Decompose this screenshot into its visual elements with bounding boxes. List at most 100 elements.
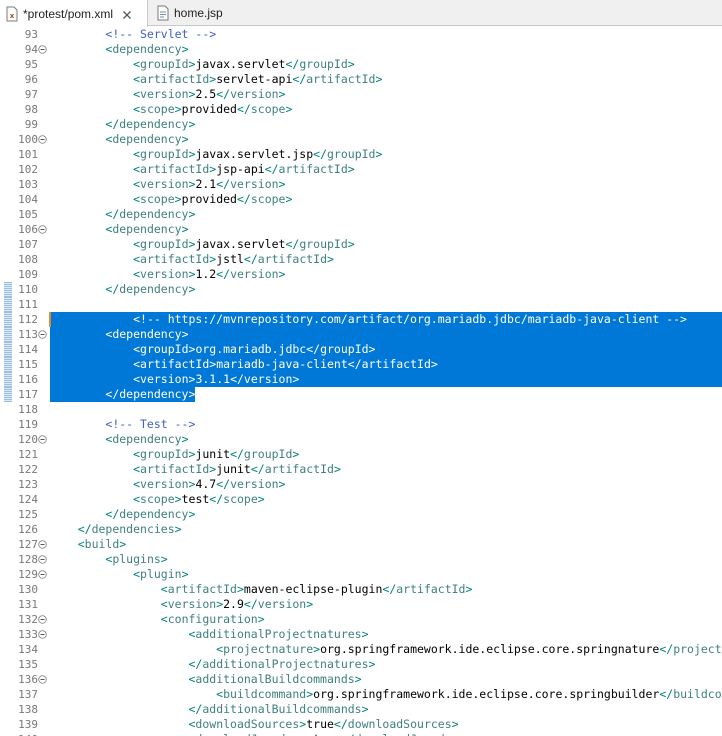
jsp-file-icon	[156, 5, 170, 21]
xml-tag-name: artifactId	[140, 162, 210, 176]
code-line[interactable]: 138 </additionalBuildcommands>	[0, 702, 722, 717]
code-text: <!-- Test -->	[50, 417, 195, 432]
close-icon[interactable]	[122, 9, 132, 19]
code-line[interactable]: 131 <version>2.9</version>	[0, 597, 722, 612]
code-line[interactable]: 104 <scope>provided</scope>	[0, 192, 722, 207]
fold-collapse-icon[interactable]	[38, 330, 47, 339]
code-line[interactable]: 98 <scope>provided</scope>	[0, 102, 722, 117]
fold-collapse-icon[interactable]	[38, 135, 47, 144]
code-line[interactable]: 140 <downloadJavadocs>true</downloadJava…	[0, 732, 722, 736]
code-line[interactable]: 106 <dependency>	[0, 222, 722, 237]
xml-tag-name: groupId	[299, 57, 348, 71]
fold-collapse-icon[interactable]	[38, 630, 47, 639]
code-line[interactable]: 114 <groupId>org.mariadb.jdbc</groupId>	[0, 342, 722, 357]
fold-collapse-icon[interactable]	[38, 225, 47, 234]
fold-collapse-icon[interactable]	[38, 435, 47, 444]
code-line[interactable]: 134 <projectnature>org.springframework.i…	[0, 642, 722, 657]
line-number: 122	[18, 463, 38, 476]
code-line[interactable]: 125 </dependency>	[0, 507, 722, 522]
xml-text: provided	[181, 192, 237, 206]
code-line[interactable]: 128 <plugins>	[0, 552, 722, 567]
fold-collapse-icon[interactable]	[38, 615, 47, 624]
xml-bracket: >	[257, 612, 265, 626]
code-line[interactable]: 111	[0, 297, 722, 312]
xml-text: provided	[181, 102, 237, 116]
fold-collapse-icon[interactable]	[38, 45, 47, 54]
code-line[interactable]: 118	[0, 402, 722, 417]
code-line[interactable]: 117 </dependency>	[0, 387, 722, 402]
xml-bracket: </	[236, 192, 251, 206]
xml-bracket: </	[236, 102, 251, 116]
code-line[interactable]: 122 <artifactId>junit</artifactId>	[0, 462, 722, 477]
code-text: <artifactId>jsp-api</artifactId>	[50, 162, 355, 177]
code-line[interactable]: 93 <!-- Servlet -->	[0, 27, 722, 42]
xml-tag-name: dependency	[112, 42, 182, 56]
xml-bracket: </	[105, 507, 120, 521]
fold-collapse-icon[interactable]	[38, 675, 47, 684]
code-line[interactable]: 115 <artifactId>mariadb-java-client</art…	[0, 357, 722, 372]
code-line[interactable]: 113 <dependency>	[0, 327, 722, 342]
xml-bracket: >	[278, 267, 286, 281]
xml-tag-name: plugins	[112, 552, 161, 566]
code-line[interactable]: 129 <plugin>	[0, 567, 722, 582]
tab-pom-xml[interactable]: x *protest/pom.xml	[0, 0, 148, 27]
code-line[interactable]: 127 <build>	[0, 537, 722, 552]
code-line[interactable]: 105 </dependency>	[0, 207, 722, 222]
line-gutter: 120	[0, 432, 50, 447]
code-line[interactable]: 94 <dependency>	[0, 42, 722, 57]
xml-tag-name: artifactId	[361, 357, 431, 371]
code-line[interactable]: 103 <version>2.1</version>	[0, 177, 722, 192]
xml-tag-name: artifactId	[167, 582, 237, 596]
code-line[interactable]: 116 <version>3.1.1</version>	[0, 372, 722, 387]
code-line[interactable]: 112 <!-- https://mvnrepository.com/artif…	[0, 312, 722, 327]
xml-tag-name: artifactId	[140, 462, 210, 476]
code-line[interactable]: 121 <groupId>junit</groupId>	[0, 447, 722, 462]
code-text: </dependency>	[50, 282, 195, 297]
xml-tag-name: version	[230, 267, 279, 281]
code-line[interactable]: 123 <version>4.7</version>	[0, 477, 722, 492]
code-line[interactable]: 100 <dependency>	[0, 132, 722, 147]
code-line[interactable]: 137 <buildcommand>org.springframework.id…	[0, 687, 722, 702]
code-line[interactable]: 96 <artifactId>servlet-api</artifactId>	[0, 72, 722, 87]
xml-tag-name: artifactId	[140, 72, 210, 86]
code-line[interactable]: 132 <configuration>	[0, 612, 722, 627]
xml-tag-name: dependency	[119, 117, 189, 131]
xml-bracket: >	[361, 627, 369, 641]
fold-collapse-icon[interactable]	[38, 555, 47, 564]
fold-collapse-icon[interactable]	[38, 570, 47, 579]
tab-home-jsp[interactable]: home.jsp	[153, 0, 243, 26]
code-text: <groupId>junit</groupId>	[50, 447, 299, 462]
code-line[interactable]: 108 <artifactId>jstl</artifactId>	[0, 252, 722, 267]
code-line[interactable]: 139 <downloadSources>true</downloadSourc…	[0, 717, 722, 732]
line-number: 140	[0, 732, 38, 736]
code-line[interactable]: 120 <dependency>	[0, 432, 722, 447]
code-line[interactable]: 130 <artifactId>maven-eclipse-plugin</ar…	[0, 582, 722, 597]
xml-source-editor[interactable]: 93 <!-- Servlet --> 94 <dependency> 95 <gr…	[0, 26, 722, 736]
code-line[interactable]: 95 <groupId>javax.servlet</groupId>	[0, 57, 722, 72]
code-line[interactable]: 97 <version>2.5</version>	[0, 87, 722, 102]
line-number: 116	[18, 373, 38, 386]
xml-tag-name: buildcommand	[673, 687, 722, 701]
xml-text: 2.9	[223, 597, 244, 611]
xml-comment: <!-- https://mvnrepository.com/artifact/…	[133, 312, 687, 326]
xml-bracket: >	[174, 492, 182, 506]
line-number: 102	[18, 163, 38, 176]
code-line[interactable]: 107 <groupId>javax.servlet</groupId>	[0, 237, 722, 252]
code-line[interactable]: 133 <additionalProjectnatures>	[0, 627, 722, 642]
code-line[interactable]: 109 <version>1.2</version>	[0, 267, 722, 282]
code-line[interactable]: 126 </dependencies>	[0, 522, 722, 537]
fold-collapse-icon[interactable]	[38, 540, 47, 549]
code-line[interactable]: 101 <groupId>javax.servlet.jsp</groupId>	[0, 147, 722, 162]
code-line[interactable]: 110 </dependency>	[0, 282, 722, 297]
code-line[interactable]: 124 <scope>test</scope>	[0, 492, 722, 507]
code-line[interactable]: 102 <artifactId>jsp-api</artifactId>	[0, 162, 722, 177]
code-line[interactable]: 99 </dependency>	[0, 117, 722, 132]
line-gutter: 116	[0, 372, 50, 387]
code-line[interactable]: 119 <!-- Test -->	[0, 417, 722, 432]
code-line[interactable]: 136 <additionalBuildcommands>	[0, 672, 722, 687]
code-line[interactable]: 135 </additionalProjectnatures>	[0, 657, 722, 672]
